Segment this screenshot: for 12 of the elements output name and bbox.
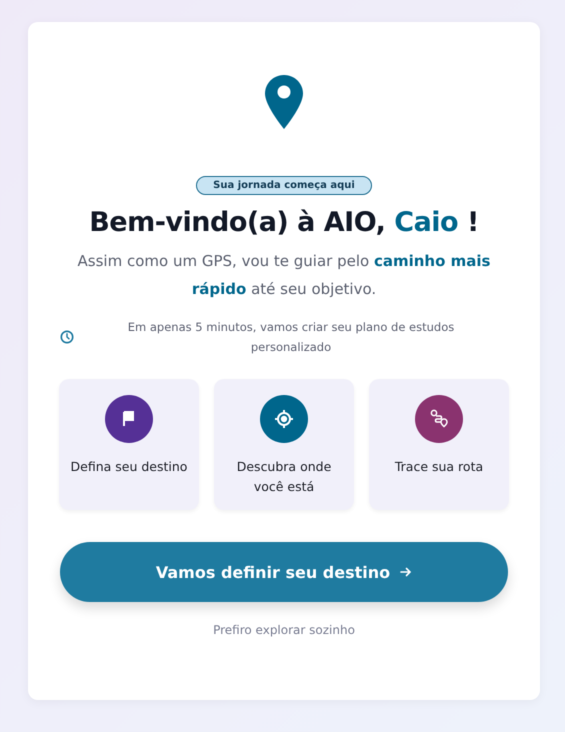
arrow-right-icon (400, 566, 412, 578)
start-button[interactable]: Vamos definir seu destino (60, 542, 508, 602)
tagline-badge: Sua jornada começa aqui (196, 176, 372, 195)
step-label: Descubra onde você está (236, 458, 332, 496)
intro-text: Assim como um GPS, vou te guiar pelo caminho mais rápido até seu objetivo. (76, 251, 492, 300)
step-label: Defina seu destino (70, 458, 188, 476)
clock-icon (60, 330, 74, 344)
welcome-heading: Bem-vindo(a) à AIO, Caio ! (89, 207, 479, 238)
skip-link[interactable]: Prefiro explorar sozinho (213, 623, 355, 637)
location-pin-icon (265, 75, 303, 129)
time-note: Em apenas 5 minutos, vamos criar seu plano de estudos personalizado (126, 319, 456, 356)
step-label: Trace sua rota (394, 458, 484, 476)
